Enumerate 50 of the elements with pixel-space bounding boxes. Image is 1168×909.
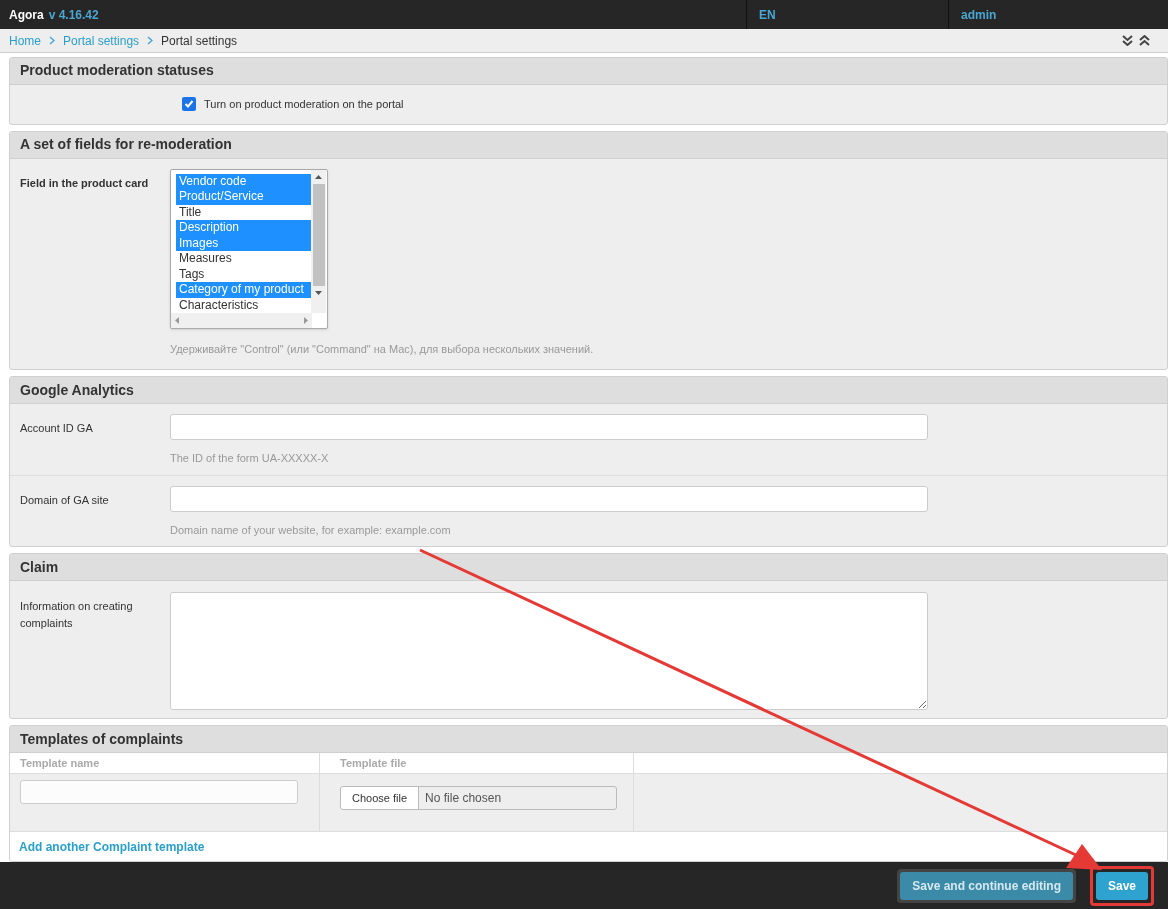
scroll-down-icon[interactable] [315, 291, 322, 295]
select-option[interactable]: Title [176, 205, 311, 221]
vertical-scrollbar[interactable] [311, 170, 326, 314]
file-status: No file chosen [424, 790, 502, 808]
field-label: Domain of GA site [19, 493, 110, 509]
scroll-left-icon[interactable] [175, 317, 179, 325]
section-header: Claim [10, 554, 1167, 582]
checkbox-label: Turn on product moderation on the portal [204, 97, 404, 113]
brand-name[interactable]: Agora [9, 5, 44, 24]
multi-select-list[interactable]: Vendor code Product/Service Title Description Images Measures Tags Category of my product Characteristics [170, 169, 328, 329]
text-input[interactable] [170, 414, 928, 441]
select-option[interactable]: Measures [176, 251, 311, 267]
section-header: Templates of complaints [10, 726, 1167, 754]
checkbox[interactable] [182, 97, 196, 112]
section-header: Product moderation statuses [10, 58, 1167, 85]
file-input[interactable]: Choose file No file chosen [340, 786, 617, 811]
column-header: Template name [20, 756, 100, 772]
choose-file-button[interactable]: Choose file [341, 787, 420, 810]
text-input[interactable] [20, 780, 298, 805]
horizontal-scrollbar[interactable] [171, 313, 312, 328]
text-input[interactable] [170, 486, 928, 513]
help-text: The ID of the form UA-XXXXX-X [170, 451, 330, 467]
version-label: v 4.16.42 [48, 6, 99, 24]
section-header: Google Analytics [10, 377, 1167, 405]
chevron-right-icon [147, 36, 154, 46]
select-option[interactable]: Description [176, 220, 311, 236]
scroll-up-icon[interactable] [315, 175, 322, 179]
scroll-right-icon[interactable] [304, 317, 308, 325]
breadcrumb-current: Portal settings [161, 32, 238, 50]
select-option[interactable]: Tags [176, 267, 311, 283]
save-button[interactable]: Save [1095, 871, 1148, 900]
save-button[interactable]: Save and continue editing [900, 871, 1073, 900]
column-header: Template file [340, 756, 407, 772]
user-menu[interactable]: admin [961, 5, 997, 24]
select-option[interactable]: Vendor code [176, 174, 311, 190]
field-label: Information on creating complaints [19, 599, 134, 631]
add-template-link[interactable]: Add another Complaint template [19, 838, 205, 856]
select-option[interactable]: Characteristics [176, 298, 311, 314]
help-text: Удерживайте "Control" (или "Command" на Mac), для выбора нескольких значений. [170, 342, 594, 357]
language-selector[interactable]: EN [759, 5, 776, 24]
select-option[interactable]: Category of my product [176, 282, 311, 298]
collapse-all-icon[interactable] [1139, 35, 1150, 47]
section-header: A set of fields for re-moderation [10, 132, 1167, 159]
chevron-right-icon [49, 36, 55, 46]
field-label: Account ID GA [19, 421, 94, 437]
text-area[interactable] [170, 592, 928, 711]
field-label: Field in the product card [19, 176, 150, 191]
select-option[interactable]: Product/Service [176, 189, 311, 205]
expand-all-icon[interactable] [1122, 35, 1133, 47]
help-text: Domain name of your website, for example: example.com [170, 523, 452, 539]
